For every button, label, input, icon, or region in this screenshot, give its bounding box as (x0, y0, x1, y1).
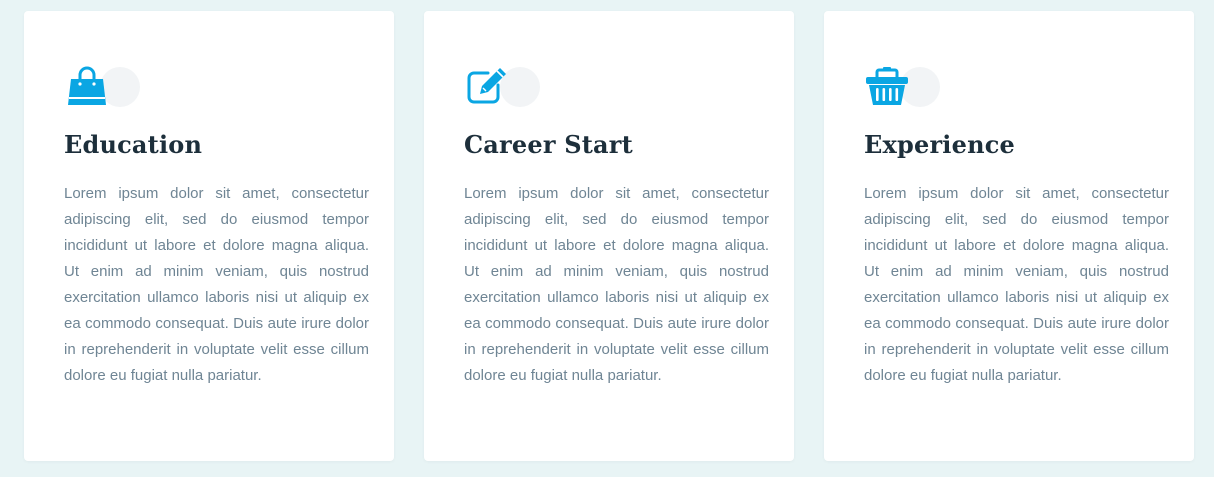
icon-container (64, 63, 144, 111)
icon-container (864, 63, 944, 111)
shopping-basket-icon (866, 67, 908, 105)
card-description: Lorem ipsum dolor sit amet, consectetur … (464, 185, 769, 384)
card-title: Education (64, 130, 203, 159)
feature-card-career-start: Career Start Lorem ipsum dolor sit amet,… (424, 11, 794, 461)
card-description: Lorem ipsum dolor sit amet, consectetur … (864, 185, 1169, 384)
feature-cards: Education Lorem ipsum dolor sit amet, co… (0, 0, 1214, 477)
card-title: Career Start (464, 130, 633, 159)
icon-container (464, 63, 544, 111)
feature-card-experience: Experience Lorem ipsum dolor sit amet, c… (824, 11, 1194, 461)
card-description: Lorem ipsum dolor sit amet, consectetur … (64, 185, 369, 384)
card-title: Experience (864, 130, 1016, 159)
feature-card-education: Education Lorem ipsum dolor sit amet, co… (24, 11, 394, 461)
edit-icon (467, 68, 506, 104)
shopping-bag-icon (68, 66, 106, 105)
